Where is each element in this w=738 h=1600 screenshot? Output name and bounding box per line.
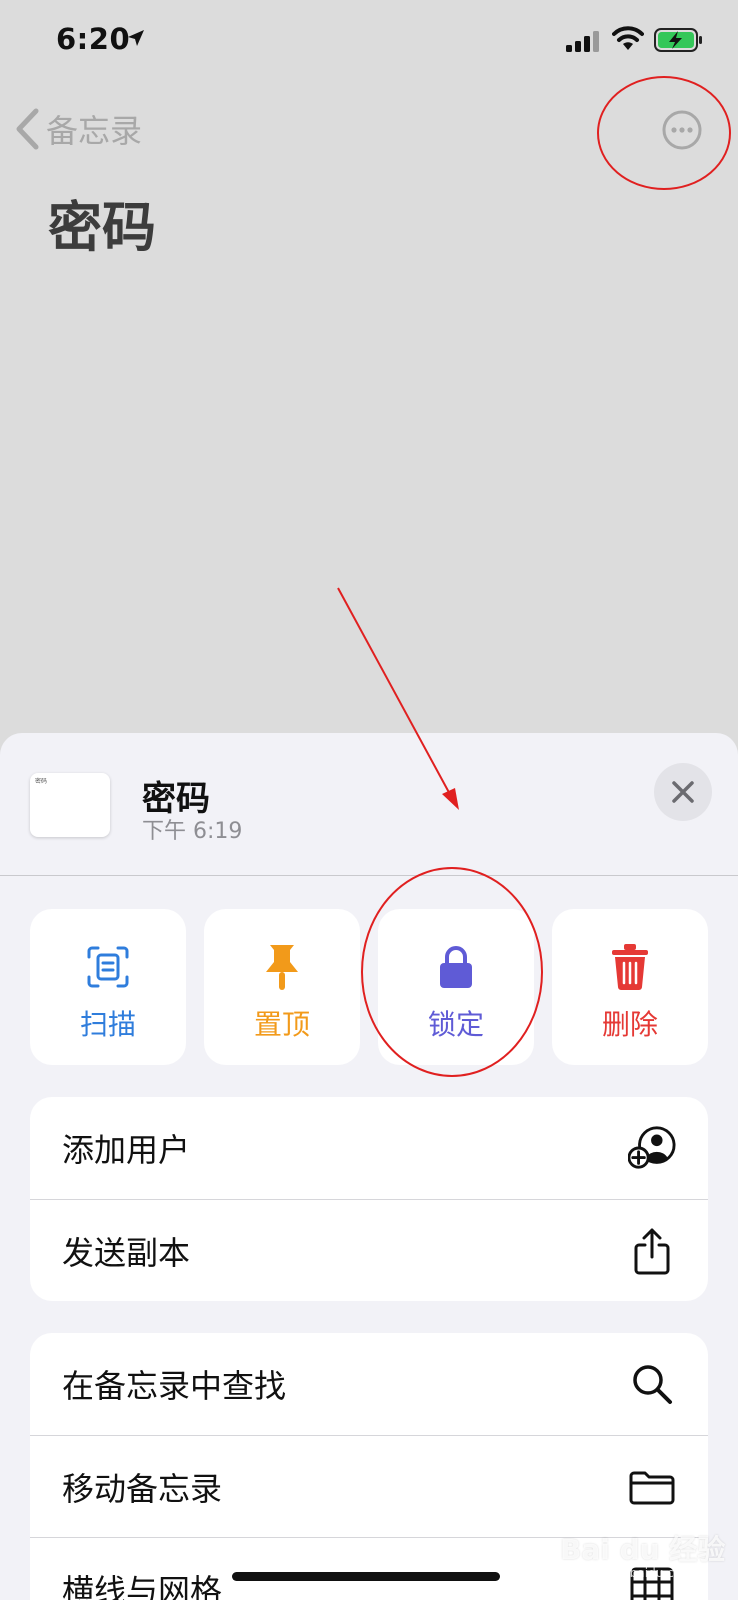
delete-button[interactable]: 删除 <box>552 909 708 1065</box>
note-title: 密码 <box>48 196 156 259</box>
back-button-label: 备忘录 <box>46 112 143 150</box>
scan-label: 扫描 <box>79 1008 136 1041</box>
note-thumbnail: 密码 <box>30 773 110 837</box>
status-time: 6:20 <box>56 22 131 56</box>
back-button[interactable]: 备忘录 <box>14 105 142 153</box>
wifi-icon <box>612 26 644 50</box>
menu-item-label: 添加用户 <box>62 1131 191 1169</box>
scan-document-icon <box>84 943 132 991</box>
close-icon <box>672 781 694 803</box>
search-icon <box>628 1360 676 1408</box>
sheet-header: 密码 密码 下午 6:19 <box>0 733 738 876</box>
menu-item-label: 横线与网格 <box>62 1571 223 1600</box>
lock-icon <box>432 943 480 991</box>
status-bar: 6:20 <box>0 0 738 80</box>
menu-item-find-in-note[interactable]: 在备忘录中查找 <box>30 1333 708 1435</box>
menu-item-label: 发送副本 <box>62 1233 191 1272</box>
menu-item-send-copy[interactable]: 发送副本 <box>30 1199 708 1301</box>
share-icon <box>628 1227 676 1275</box>
lock-label: 锁定 <box>427 1008 484 1041</box>
delete-label: 删除 <box>601 1008 658 1041</box>
close-button[interactable] <box>654 763 712 821</box>
lock-button[interactable]: 锁定 <box>378 909 534 1065</box>
chevron-left-icon <box>16 108 39 150</box>
folder-icon <box>628 1463 676 1511</box>
menu-item-move-note[interactable]: 移动备忘录 <box>30 1435 708 1537</box>
ellipsis-circle-icon[interactable] <box>662 110 702 150</box>
pin-label: 置顶 <box>253 1008 310 1041</box>
menu-item-label: 移动备忘录 <box>62 1469 223 1508</box>
watermark-sub: jingyan.baidu.com <box>582 1566 693 1580</box>
menu-item-add-user[interactable]: 添加用户 <box>30 1097 708 1199</box>
action-tiles: 扫描 置顶 锁定 删除 <box>30 909 708 1065</box>
scan-button[interactable]: 扫描 <box>30 909 186 1065</box>
menu-item-label: 在备忘录中查找 <box>62 1367 287 1405</box>
cellular-signal-icon <box>566 31 599 52</box>
home-indicator <box>232 1572 500 1581</box>
note-thumbnail-text: 密码 <box>35 778 48 785</box>
action-sheet: 密码 密码 下午 6:19 扫描 置顶 锁定 删除 添加用户 发送副本 在备忘录… <box>0 733 738 1600</box>
battery-charging-icon <box>654 28 702 52</box>
add-person-icon <box>628 1124 676 1172</box>
trash-icon <box>606 943 654 991</box>
menu-group-primary: 添加用户 发送副本 <box>30 1097 708 1301</box>
location-arrow-icon <box>128 30 144 46</box>
watermark: Bai du 经验 <box>560 1533 726 1566</box>
pin-icon <box>258 943 306 991</box>
sheet-timestamp: 下午 6:19 <box>142 819 243 844</box>
pin-button[interactable]: 置顶 <box>204 909 360 1065</box>
